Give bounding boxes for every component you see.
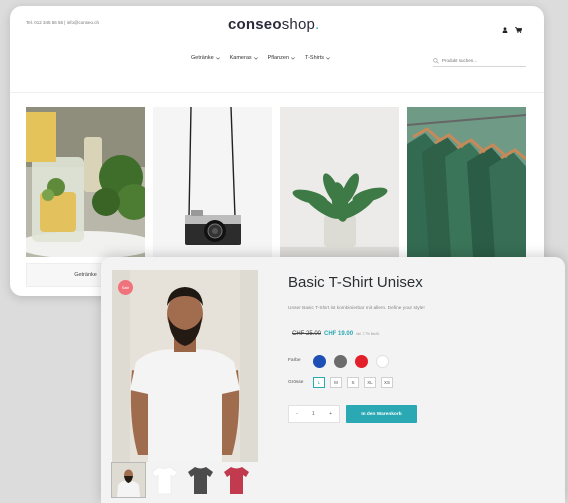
sale-price: CHF 19.00 bbox=[324, 331, 354, 337]
contact-info: Tel. 012 345 56 56 | info@conseo.ch bbox=[26, 20, 100, 25]
category-tile-tshirts[interactable] bbox=[407, 107, 526, 257]
size-option-s[interactable]: S bbox=[347, 377, 359, 388]
chevron-down-icon bbox=[215, 56, 220, 60]
logo-light: shop bbox=[281, 16, 316, 33]
model-photo bbox=[112, 270, 258, 462]
thumbnail-grey-shirt[interactable] bbox=[184, 463, 217, 497]
product-thumbnails bbox=[111, 462, 253, 498]
tshirt-red-icon bbox=[220, 463, 253, 497]
tshirts-image bbox=[407, 107, 526, 257]
category-tiles bbox=[26, 107, 526, 257]
category-tile-pflanzen[interactable] bbox=[280, 107, 399, 257]
add-to-cart-button[interactable]: In den Warenkorb bbox=[346, 405, 417, 423]
size-option-xs[interactable]: XS bbox=[381, 377, 393, 388]
nav-item-pflanzen[interactable]: Pflanzen bbox=[268, 55, 295, 61]
category-tile-getraenke[interactable] bbox=[26, 107, 145, 257]
color-swatch-blue[interactable] bbox=[313, 355, 326, 368]
nav-item-label: Kameras bbox=[229, 55, 252, 61]
chevron-down-icon bbox=[253, 56, 258, 60]
quantity-value[interactable]: 1 bbox=[312, 411, 315, 417]
chevron-down-icon bbox=[326, 56, 330, 60]
shop-logo[interactable]: conseoshop. bbox=[228, 16, 319, 33]
color-swatch-red[interactable] bbox=[355, 355, 368, 368]
quantity-decrease-button[interactable]: - bbox=[296, 411, 298, 417]
nav-item-kameras[interactable]: Kameras bbox=[230, 55, 258, 61]
nav-item-label: T-Shirts bbox=[305, 55, 324, 61]
size-label: Grösse bbox=[288, 380, 304, 385]
category-tile-kameras[interactable] bbox=[153, 107, 272, 257]
logo-bold: conseo bbox=[228, 16, 282, 33]
plant-image bbox=[280, 107, 399, 257]
tshirt-white-icon bbox=[148, 463, 181, 497]
chevron-down-icon bbox=[291, 56, 295, 60]
main-nav: Getränke Kameras Pflanzen T-Shirts bbox=[191, 55, 330, 61]
size-option-xl[interactable]: XL bbox=[364, 377, 376, 388]
nav-item-label: Pflanzen bbox=[267, 55, 290, 61]
top-bar: Tel. 012 345 56 56 | info@conseo.ch cons… bbox=[10, 6, 544, 50]
quantity-increase-button[interactable]: + bbox=[329, 411, 332, 417]
color-swatch-grey[interactable] bbox=[334, 355, 347, 368]
size-option-l[interactable]: L bbox=[313, 377, 325, 388]
drinks-image bbox=[26, 107, 145, 257]
cart-icon[interactable] bbox=[515, 20, 523, 38]
color-swatches bbox=[313, 355, 389, 368]
size-option-m[interactable]: M bbox=[330, 377, 342, 388]
product-main-image[interactable] bbox=[112, 270, 258, 462]
color-swatch-white[interactable] bbox=[376, 355, 389, 368]
size-options: L M S XL XS bbox=[313, 377, 393, 388]
header-actions bbox=[502, 20, 523, 38]
quantity-stepper: - 1 + bbox=[288, 405, 340, 423]
user-icon[interactable] bbox=[502, 20, 508, 38]
product-detail-card: Sale Basic T-Shirt Unisex Unser Basic T-… bbox=[101, 257, 565, 503]
thumbnail-red-shirt[interactable] bbox=[220, 463, 253, 497]
nav-item-getraenke[interactable]: Getränke bbox=[191, 55, 220, 61]
product-title: Basic T-Shirt Unisex bbox=[288, 274, 423, 291]
thumbnail-model-image bbox=[112, 463, 145, 497]
sale-badge: Sale bbox=[118, 280, 133, 295]
shop-home-card: Tel. 012 345 56 56 | info@conseo.ch cons… bbox=[10, 6, 544, 296]
nav-item-tshirts[interactable]: T-Shirts bbox=[305, 55, 330, 61]
logo-dot: . bbox=[315, 16, 320, 33]
search-icon[interactable] bbox=[433, 57, 439, 64]
header-divider bbox=[10, 92, 544, 93]
search-input[interactable] bbox=[442, 58, 522, 63]
vat-note: inkl. 7.7% MwSt. bbox=[356, 332, 380, 336]
price-block: CHF 25.00 CHF 19.00 inkl. 7.7% MwSt. bbox=[292, 331, 380, 337]
thumbnail-model[interactable] bbox=[111, 462, 146, 498]
old-price: CHF 25.00 bbox=[292, 331, 322, 337]
color-label: Farbe bbox=[288, 358, 301, 363]
search-box bbox=[433, 55, 526, 67]
tshirt-grey-icon bbox=[184, 463, 217, 497]
thumbnail-white-shirt[interactable] bbox=[148, 463, 181, 497]
camera-image bbox=[153, 107, 272, 257]
nav-item-label: Getränke bbox=[191, 55, 214, 61]
product-description: Unser Basic T-Shirt ist kombinierbar mit… bbox=[288, 306, 425, 311]
